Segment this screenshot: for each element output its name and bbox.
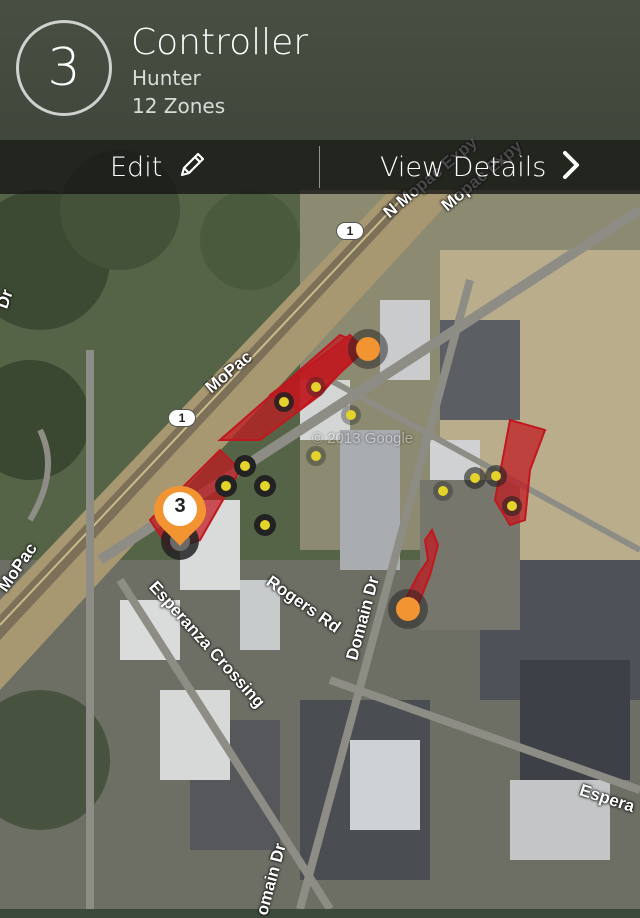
controller-pin[interactable]: 3 [152,486,210,560]
action-divider [319,146,320,188]
controller-pin-label: 3 [174,495,186,517]
action-bar: Edit View Details [0,140,640,194]
view-details-button[interactable]: View Details [380,146,582,188]
edit-button[interactable]: Edit [110,146,208,188]
route-1-shield: 1 [336,222,364,240]
pencil-icon [176,149,208,186]
controller-zone-count: 12 Zones [132,94,226,118]
controller-brand: Hunter [132,66,201,90]
controller-number: 3 [47,38,81,98]
controller-number-badge: 3 [16,20,112,116]
route-1-shield-south: 1 [168,409,196,427]
chevron-right-icon [560,149,582,186]
edit-button-label: Edit [110,151,163,183]
controller-header: 3 Controller Hunter 12 Zones [0,0,640,140]
map-watermark: © 2013 Google [312,430,414,447]
view-details-label: View Details [380,151,547,183]
controller-title: Controller [131,22,309,63]
